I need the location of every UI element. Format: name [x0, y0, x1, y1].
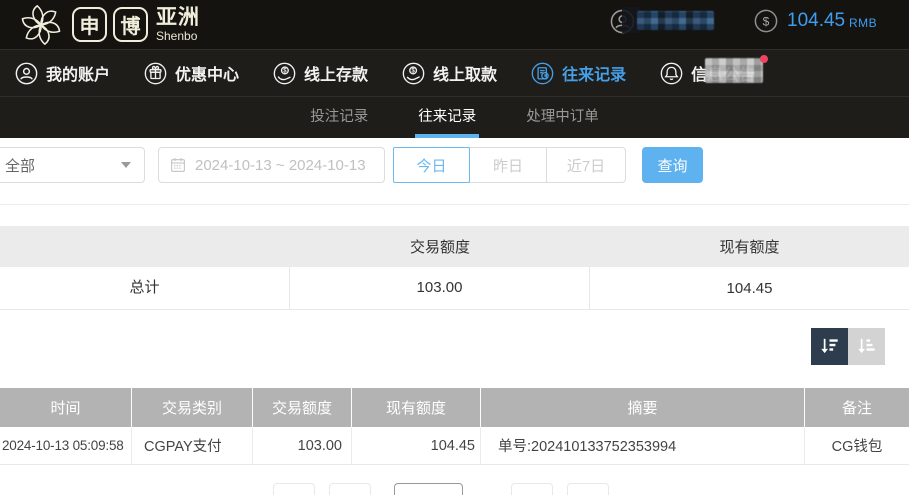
type-select[interactable]: 全部	[0, 147, 145, 183]
nav-item-announcements[interactable]: 信息公告	[660, 61, 755, 85]
col-type: 交易类别	[132, 388, 253, 427]
nav-item-my-account[interactable]: 我的账户	[15, 61, 110, 85]
nav-label: 优惠中心	[175, 61, 239, 85]
sort-ascending-button[interactable]	[848, 328, 885, 365]
cell-type: CGPAY支付	[132, 427, 253, 464]
username-redacted	[637, 11, 714, 30]
cell-remark: CG钱包	[805, 427, 909, 464]
dollar-icon: $	[754, 9, 778, 33]
nav-label: 我的账户	[46, 61, 110, 85]
col-time: 时间	[0, 388, 132, 427]
summary-table-header: 交易额度 现有额度	[0, 226, 909, 267]
table-row: 2024-10-13 05:09:58 CGPAY支付 103.00 104.4…	[0, 427, 909, 465]
cell-current-amount: 104.45	[352, 427, 481, 464]
nav-item-transaction-records[interactable]: 往来记录	[531, 61, 626, 85]
user-icon	[15, 62, 38, 85]
tab-pending-orders[interactable]: 处理中订单	[523, 97, 602, 138]
tab-betting-records[interactable]: 投注记录	[307, 97, 371, 138]
date-range-value: 2024-10-13 ~ 2024-10-13	[195, 157, 366, 174]
summary-transaction-amount: 103.00	[290, 267, 590, 309]
pagination-button[interactable]	[567, 483, 609, 495]
withdraw-icon: $	[402, 62, 425, 85]
col-remark: 备注	[805, 388, 909, 427]
balance-currency: RMB	[849, 16, 877, 30]
svg-text:$: $	[763, 15, 770, 29]
main-nav: 我的账户 优惠中心 $	[0, 49, 909, 96]
logo-region-text: 亚洲	[156, 7, 200, 28]
pagination-current[interactable]	[394, 483, 463, 495]
col-transaction-amount: 交易额度	[253, 388, 352, 427]
site-logo: 申 博 亚洲 Shenbo	[16, 1, 200, 48]
summary-current-amount: 104.45	[590, 280, 909, 297]
col-current-amount: 现有额度	[352, 388, 481, 427]
records-table-header: 时间 交易类别 交易额度 现有额度 摘要 备注	[0, 388, 909, 427]
nav-label: 信息公告	[691, 61, 755, 85]
sort-descending-button[interactable]	[811, 328, 848, 365]
records-icon	[531, 62, 554, 85]
redacted-patch	[705, 58, 763, 83]
type-select-value: 全部	[5, 155, 35, 176]
search-button[interactable]: 查询	[642, 147, 703, 183]
bell-icon	[660, 62, 683, 85]
flower-logo-icon	[16, 2, 66, 48]
summary-col-current-amount: 现有额度	[590, 236, 909, 257]
nav-label: 往来记录	[562, 61, 626, 85]
sort-descending-icon	[819, 336, 840, 357]
logo-char-box: 申	[72, 7, 107, 42]
today-button[interactable]: 今日	[393, 147, 470, 183]
cell-transaction-amount: 103.00	[253, 427, 352, 464]
nav-label: 线上取款	[433, 61, 497, 85]
calendar-icon	[170, 157, 186, 173]
pagination-button[interactable]	[329, 483, 371, 495]
notification-badge	[760, 55, 768, 63]
last-7-days-button[interactable]: 近7日	[546, 147, 626, 183]
col-summary: 摘要	[481, 388, 805, 427]
quick-date-group: 今日 昨日 近7日	[393, 147, 626, 183]
tab-transaction-records[interactable]: 往来记录	[415, 97, 479, 138]
balance-amount: 104.45	[787, 10, 845, 32]
nav-item-deposit[interactable]: $ 线上存款	[273, 61, 368, 85]
sub-nav: 投注记录 往来记录 处理中订单	[0, 96, 909, 138]
cell-time: 2024-10-13 05:09:58	[0, 427, 132, 464]
nav-item-withdraw[interactable]: $ 线上取款	[402, 61, 497, 85]
logo-char-box: 博	[113, 7, 148, 42]
yesterday-button[interactable]: 昨日	[469, 147, 547, 183]
cell-summary: 单号:202410133752353994	[481, 427, 805, 464]
summary-total-label: 总计	[0, 267, 290, 309]
sort-controls	[811, 328, 885, 365]
pagination-button[interactable]	[511, 483, 553, 495]
pagination-button[interactable]	[273, 483, 315, 495]
sort-ascending-icon	[856, 336, 877, 357]
divider	[0, 204, 909, 205]
summary-col-transaction-amount: 交易额度	[290, 236, 590, 257]
nav-item-promotions[interactable]: 优惠中心	[144, 61, 239, 85]
deposit-icon: $	[273, 62, 296, 85]
top-bar: 申 博 亚洲 Shenbo $ 104.45 RMB	[0, 0, 909, 49]
transaction-records-page: 申 博 亚洲 Shenbo $ 104.45 RMB	[0, 0, 909, 495]
summary-total-row: 总计 103.00 104.45	[0, 267, 909, 310]
date-range-input[interactable]: 2024-10-13 ~ 2024-10-13	[158, 147, 385, 183]
chevron-down-icon	[121, 162, 131, 168]
logo-subtitle: Shenbo	[156, 30, 200, 42]
gift-icon	[144, 62, 167, 85]
nav-label: 线上存款	[304, 61, 368, 85]
